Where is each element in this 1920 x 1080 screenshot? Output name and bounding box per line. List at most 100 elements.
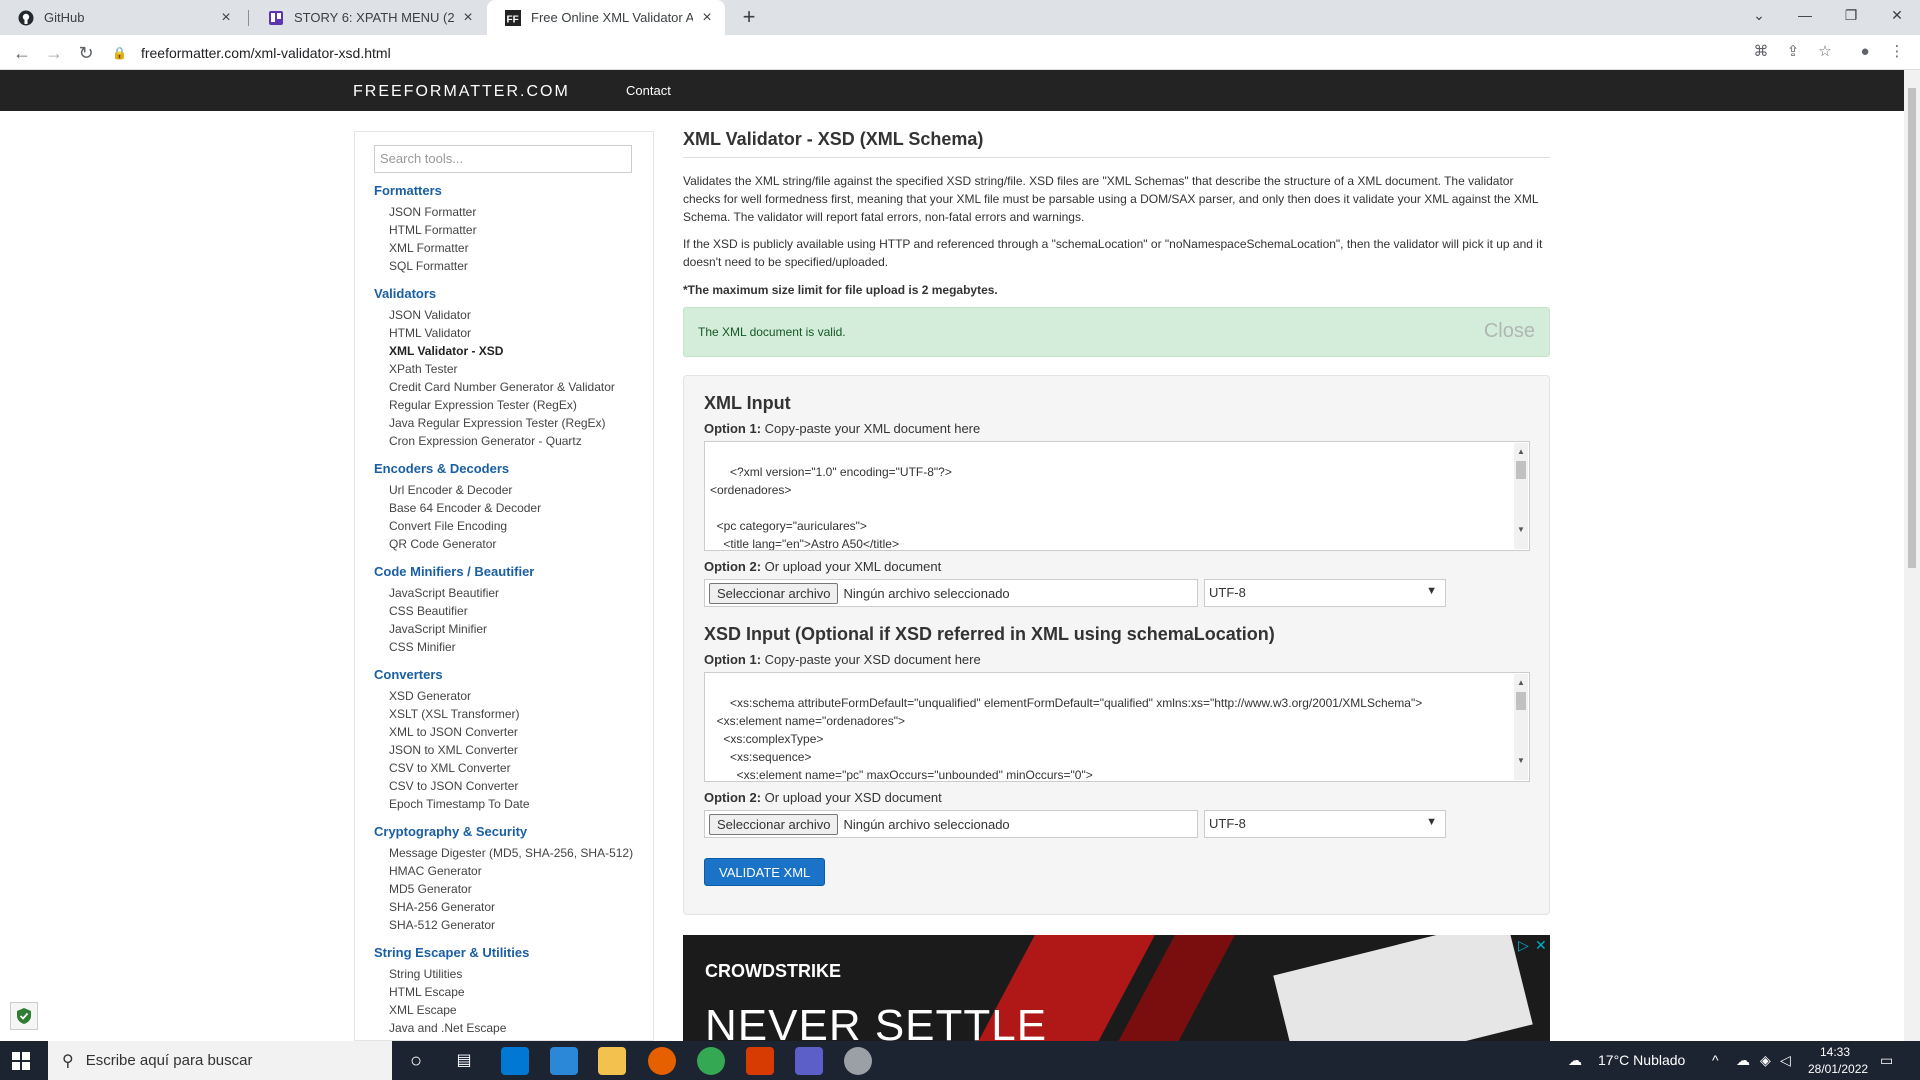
scroll-down-icon[interactable]: ▼: [1514, 521, 1528, 539]
sidebar-category-title[interactable]: Validators: [374, 286, 436, 301]
firefox-icon[interactable]: [648, 1047, 676, 1075]
sidebar-item[interactable]: XML Escape: [389, 1003, 457, 1017]
scroll-up-icon[interactable]: ▲: [1514, 443, 1528, 461]
sidebar-item[interactable]: JavaScript Minifier: [389, 622, 487, 636]
sidebar-item[interactable]: CSS Beautifier: [389, 604, 468, 618]
sidebar-item[interactable]: XSLT (XSL Transformer): [389, 707, 519, 721]
teams-icon[interactable]: [795, 1047, 823, 1075]
xsd-input-textarea[interactable]: <xs:schema attributeFormDefault="unquali…: [704, 672, 1530, 782]
sidebar-item[interactable]: HTML Validator: [389, 326, 471, 340]
sidebar-item[interactable]: Base 64 Encoder & Decoder: [389, 501, 541, 515]
search-tools-input[interactable]: Search tools...: [374, 145, 632, 173]
weather-icon[interactable]: ☁: [1568, 1052, 1582, 1069]
onedrive-icon[interactable]: ☁: [1736, 1052, 1750, 1069]
sidebar-item[interactable]: SHA-256 Generator: [389, 900, 495, 914]
tray-chevron-icon[interactable]: ^: [1712, 1052, 1719, 1068]
sidebar-item[interactable]: Regular Expression Tester (RegEx): [389, 398, 577, 412]
tab-search-icon[interactable]: ⌄: [1736, 0, 1782, 30]
weather-text[interactable]: 17°C Nublado: [1598, 1052, 1685, 1068]
xml-file-input[interactable]: Seleccionar archivo Ningún archivo selec…: [704, 579, 1198, 607]
office-icon[interactable]: [746, 1047, 774, 1075]
sidebar-item[interactable]: Java and .Net Escape: [389, 1021, 506, 1035]
close-tab-icon[interactable]: ×: [699, 9, 715, 26]
sidebar-item[interactable]: Message Digester (MD5, SHA-256, SHA-512): [389, 846, 633, 860]
new-tab-button[interactable]: +: [735, 4, 763, 32]
xsd-textarea-scrollbar[interactable]: ▲ ▼: [1514, 674, 1528, 780]
sidebar-item[interactable]: XML Validator - XSD: [389, 344, 503, 358]
sidebar-item[interactable]: Credit Card Number Generator & Validator: [389, 380, 615, 394]
tab-github[interactable]: GitHub ×: [0, 0, 244, 35]
shield-icon[interactable]: [10, 1002, 38, 1030]
sidebar-item[interactable]: SQL Formatter: [389, 259, 468, 273]
sidebar-item[interactable]: JSON Validator: [389, 308, 471, 322]
sidebar-item[interactable]: Convert File Encoding: [389, 519, 507, 533]
xsd-file-input[interactable]: Seleccionar archivo Ningún archivo selec…: [704, 810, 1198, 838]
store-icon[interactable]: [501, 1047, 529, 1075]
sidebar-item[interactable]: CSV to JSON Converter: [389, 779, 518, 793]
volume-icon[interactable]: ◁: [1780, 1052, 1791, 1069]
sidebar-item[interactable]: QR Code Generator: [389, 537, 496, 551]
sidebar-category-title[interactable]: Encoders & Decoders: [374, 461, 509, 476]
close-window-button[interactable]: ✕: [1874, 0, 1920, 30]
sidebar-item[interactable]: Cron Expression Generator - Quartz: [389, 434, 582, 448]
xml-textarea-scrollbar[interactable]: ▲ ▼: [1514, 443, 1528, 549]
menu-dots-icon[interactable]: ⋮: [1886, 41, 1908, 63]
advertisement-banner[interactable]: CROWDSTRIKE NEVER SETTLE: [683, 935, 1550, 1041]
xsd-encoding-select[interactable]: UTF-8 ▼: [1204, 810, 1446, 838]
alert-close-button[interactable]: Close: [1484, 320, 1535, 343]
sidebar-item[interactable]: JSON to XML Converter: [389, 743, 518, 757]
sidebar-item[interactable]: MD5 Generator: [389, 882, 472, 896]
sidebar-item[interactable]: Epoch Timestamp To Date: [389, 797, 530, 811]
xml-encoding-select[interactable]: UTF-8 ▼: [1204, 579, 1446, 607]
validate-xml-button[interactable]: VALIDATE XML: [704, 858, 826, 886]
sidebar-item[interactable]: HMAC Generator: [389, 864, 482, 878]
nav-contact-link[interactable]: Contact: [626, 83, 671, 98]
sidebar-item[interactable]: Url Encoder & Decoder: [389, 483, 512, 497]
chrome-icon[interactable]: [697, 1047, 725, 1075]
minimize-button[interactable]: —: [1782, 0, 1828, 30]
sidebar-item[interactable]: XML Formatter: [389, 241, 469, 255]
file-explorer-icon[interactable]: [598, 1047, 626, 1075]
sidebar-item[interactable]: JavaScript Beautifier: [389, 586, 499, 600]
windows-start-icon[interactable]: [12, 1052, 30, 1075]
sidebar-item[interactable]: HTML Formatter: [389, 223, 477, 237]
xml-choose-file-button[interactable]: Seleccionar archivo: [709, 582, 839, 604]
ad-close-icon[interactable]: ✕: [1535, 937, 1547, 954]
sidebar-item[interactable]: JSON Formatter: [389, 205, 476, 219]
xsd-choose-file-button[interactable]: Seleccionar archivo: [709, 813, 839, 835]
mail-icon[interactable]: [550, 1047, 578, 1075]
tab-xml-validator[interactable]: FF Free Online XML Validator Against ×: [487, 0, 725, 35]
bookmark-star-icon[interactable]: ☆: [1814, 41, 1836, 63]
share-icon[interactable]: ⇪: [1782, 41, 1804, 63]
sidebar-item[interactable]: CSV to XML Converter: [389, 761, 511, 775]
close-tab-icon[interactable]: ×: [460, 9, 476, 26]
sidebar-item[interactable]: SHA-512 Generator: [389, 918, 495, 932]
sidebar-category-title[interactable]: String Escaper & Utilities: [374, 945, 529, 960]
sidebar-category-title[interactable]: Code Minifiers / Beautifier: [374, 564, 534, 579]
sidebar-category-title[interactable]: Cryptography & Security: [374, 824, 527, 839]
task-view-icon[interactable]: ▤: [450, 1047, 478, 1075]
sidebar-item[interactable]: XSD Generator: [389, 689, 471, 703]
scroll-up-icon[interactable]: ▲: [1514, 674, 1528, 692]
sidebar-item[interactable]: XPath Tester: [389, 362, 457, 376]
taskbar-search-box[interactable]: ⚲ Escribe aquí para buscar: [48, 1041, 392, 1080]
xml-input-textarea[interactable]: <?xml version="1.0" encoding="UTF-8"?> <…: [704, 441, 1530, 551]
scroll-down-icon[interactable]: ▼: [1514, 752, 1528, 770]
clock-time[interactable]: 14:33: [1820, 1045, 1850, 1059]
network-icon[interactable]: ◈: [1760, 1052, 1771, 1069]
sidebar-item[interactable]: String Utilities: [389, 967, 462, 981]
reload-icon[interactable]: ↻: [72, 39, 100, 67]
profile-icon[interactable]: ●: [1854, 41, 1876, 63]
sidebar-item[interactable]: CSS Minifier: [389, 640, 456, 654]
translate-icon[interactable]: ⌘: [1750, 41, 1772, 63]
tab-story6[interactable]: STORY 6: XPATH MENU (20 PUNTOS) ×: [250, 0, 486, 35]
back-icon[interactable]: ←: [8, 39, 36, 67]
sidebar-category-title[interactable]: Formatters: [374, 183, 442, 198]
close-tab-icon[interactable]: ×: [218, 9, 234, 26]
clock-date[interactable]: 28/01/2022: [1808, 1062, 1868, 1076]
sidebar-item[interactable]: XML to JSON Converter: [389, 725, 518, 739]
forward-icon[interactable]: →: [40, 39, 68, 67]
ad-choices-icon[interactable]: ▷: [1518, 937, 1529, 954]
page-scrollbar[interactable]: [1904, 70, 1920, 1041]
site-brand[interactable]: FREEFORMATTER.COM: [353, 83, 570, 101]
